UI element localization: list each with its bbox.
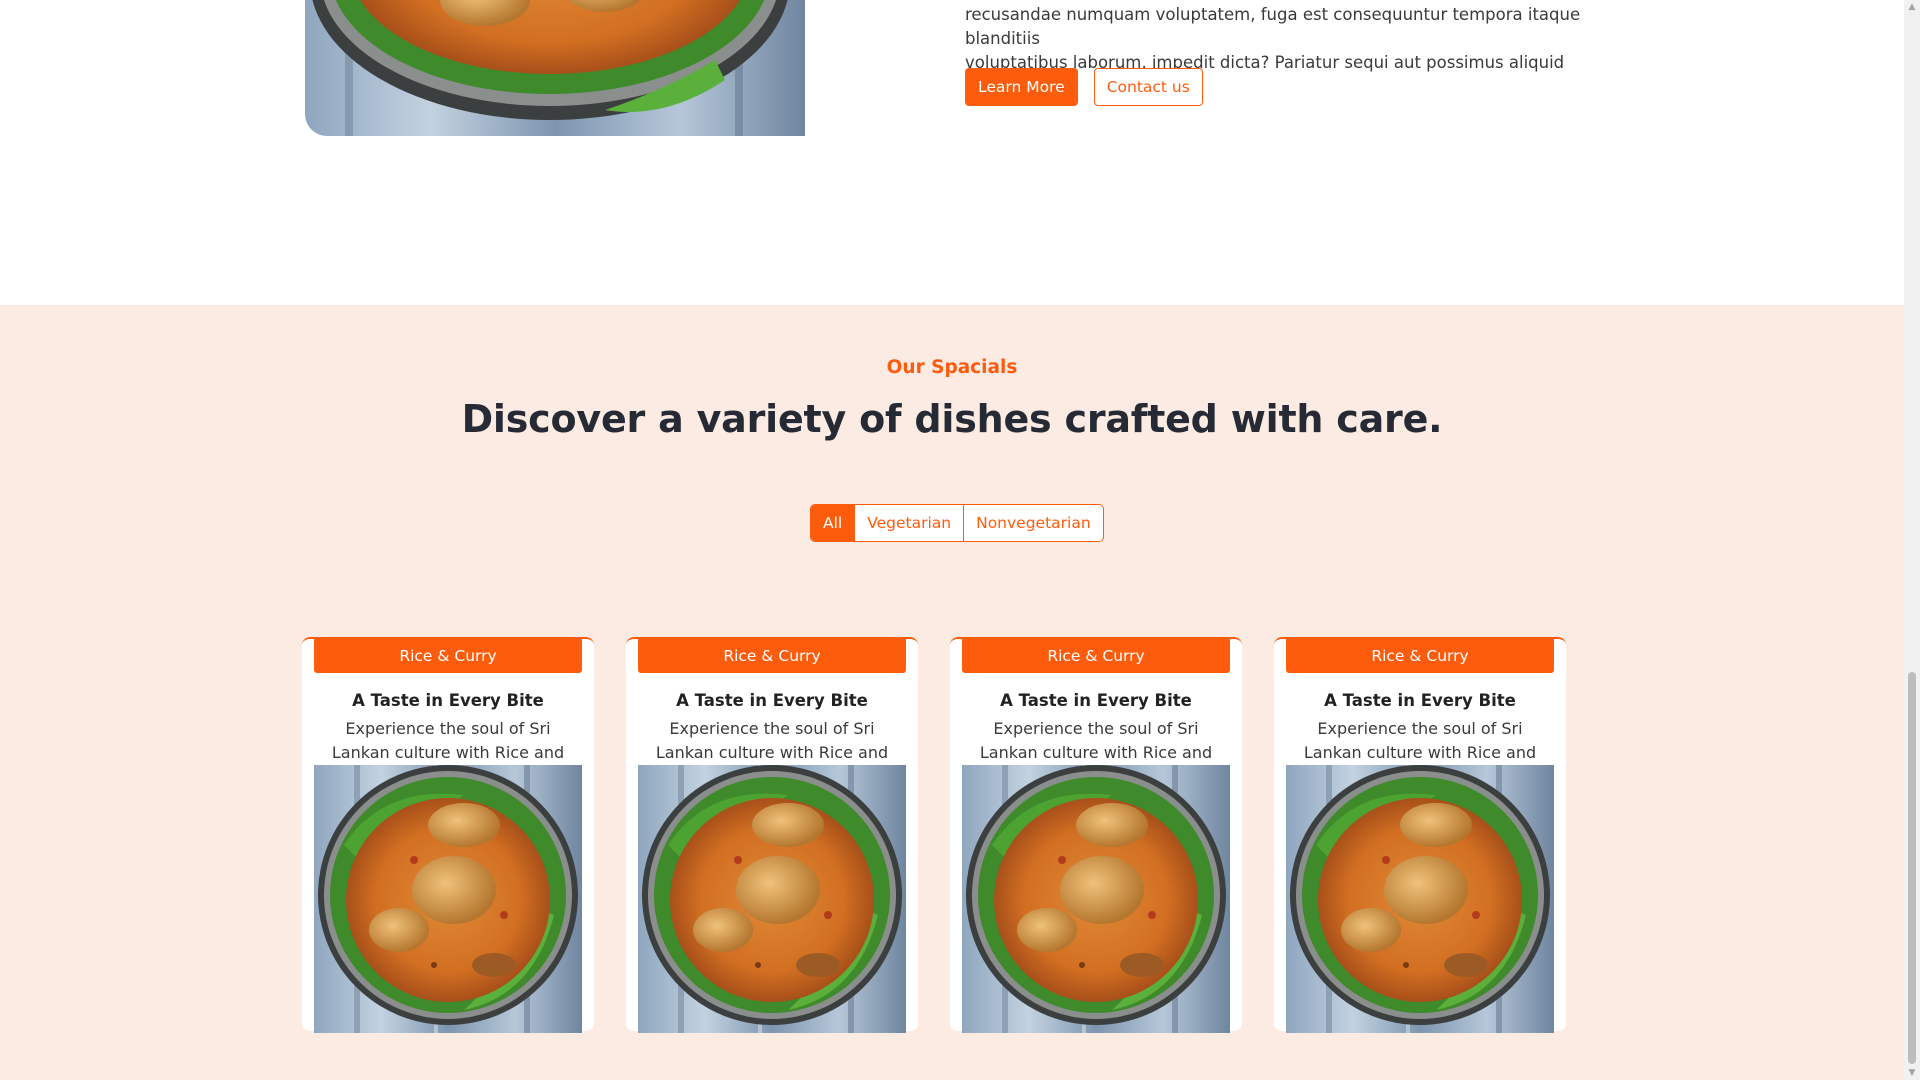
specials-eyebrow: Our Spacials xyxy=(886,357,1018,378)
about-buttons: Learn More Contact us xyxy=(965,68,1203,106)
dish-category-badge: Rice & Curry xyxy=(962,639,1230,673)
dish-image-art xyxy=(314,765,582,1033)
specials-section: Our Spacials Discover a variety of dishe… xyxy=(0,305,1904,1080)
filter-all-button[interactable]: All xyxy=(811,505,855,541)
scrollbar-thumb[interactable] xyxy=(1908,672,1916,1064)
dish-card[interactable]: Rice & Curry A Taste in Every Bite Exper… xyxy=(950,637,1242,1033)
dish-category-badge: Rice & Curry xyxy=(314,639,582,673)
dish-image xyxy=(314,765,582,1033)
scroll-up-arrow-icon[interactable]: ▲ xyxy=(1904,0,1920,14)
dish-image-art xyxy=(962,765,1230,1033)
menu-filter-group: All Vegetarian Nonvegetarian xyxy=(810,504,1104,542)
about-section: recusandae numquam voluptatem, fuga est … xyxy=(0,0,1904,305)
dish-title: A Taste in Every Bite xyxy=(1000,691,1192,710)
filter-nonvegetarian-button[interactable]: Nonvegetarian xyxy=(963,505,1103,541)
about-dish-image-art xyxy=(305,0,805,136)
contact-us-button[interactable]: Contact us xyxy=(1093,68,1203,106)
dish-card[interactable]: Rice & Curry A Taste in Every Bite Exper… xyxy=(626,637,918,1033)
page-scrollbar[interactable]: ▲ ▼ xyxy=(1904,0,1920,1080)
dish-card[interactable]: Rice & Curry A Taste in Every Bite Exper… xyxy=(302,637,594,1033)
scroll-down-arrow-icon[interactable]: ▼ xyxy=(1904,1066,1920,1080)
learn-more-button[interactable]: Learn More xyxy=(965,68,1078,106)
dish-card[interactable]: Rice & Curry A Taste in Every Bite Exper… xyxy=(1274,637,1566,1033)
dish-title: A Taste in Every Bite xyxy=(352,691,544,710)
dish-title: A Taste in Every Bite xyxy=(676,691,868,710)
dish-title: A Taste in Every Bite xyxy=(1324,691,1516,710)
dish-image xyxy=(1286,765,1554,1033)
about-dish-image xyxy=(305,0,805,136)
dish-image-art xyxy=(1286,765,1554,1033)
specials-headline: Discover a variety of dishes crafted wit… xyxy=(461,397,1443,441)
filter-vegetarian-button[interactable]: Vegetarian xyxy=(854,505,964,541)
dish-category-badge: Rice & Curry xyxy=(1286,639,1554,673)
dish-image xyxy=(638,765,906,1033)
page: recusandae numquam voluptatem, fuga est … xyxy=(0,0,1904,1080)
dish-image xyxy=(962,765,1230,1033)
about-paragraph-line: recusandae numquam voluptatem, fuga est … xyxy=(965,5,1581,48)
dish-image-art xyxy=(638,765,906,1033)
dish-category-badge: Rice & Curry xyxy=(638,639,906,673)
dish-card-list: Rice & Curry A Taste in Every Bite Exper… xyxy=(302,637,1566,1033)
